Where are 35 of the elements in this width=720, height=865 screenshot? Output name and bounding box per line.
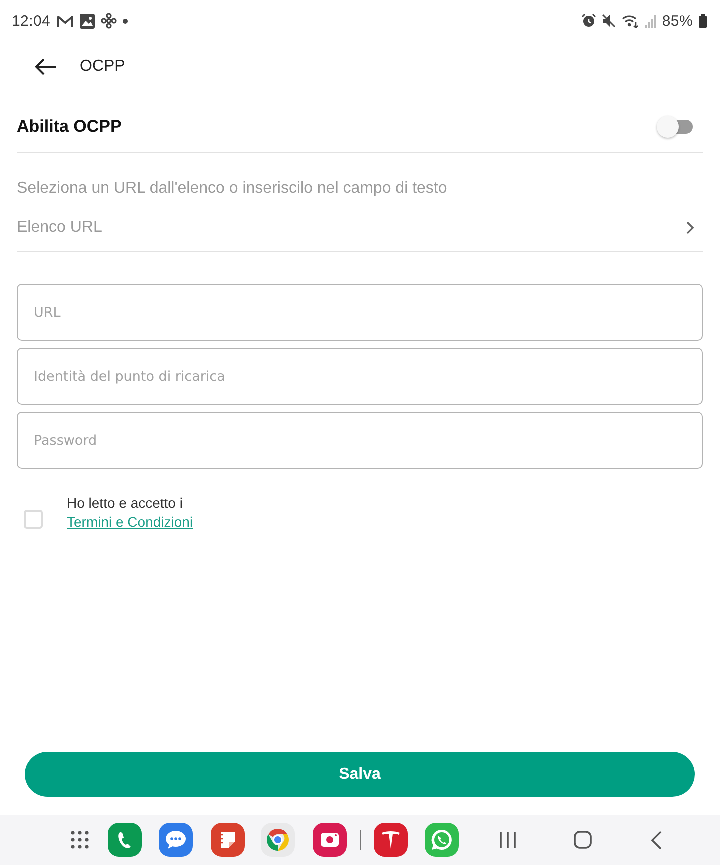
signal-icon (645, 14, 656, 28)
back-icon[interactable] (651, 830, 662, 850)
save-button[interactable]: Salva (25, 752, 695, 797)
terms-link[interactable]: Termini e Condizioni (67, 514, 194, 531)
page-title: OCPP (80, 58, 126, 76)
dot-icon (122, 18, 128, 24)
url-list-row[interactable]: Elenco URL (17, 205, 703, 252)
input-field[interactable]: Identità del punto di ricarica (17, 348, 703, 405)
pinwheel-icon (100, 13, 117, 29)
mute-icon (602, 14, 616, 28)
battery-icon (699, 14, 707, 28)
mail-icon (56, 14, 74, 28)
handset-app-icon[interactable] (108, 823, 142, 857)
home-icon[interactable] (574, 831, 592, 849)
t-logo-app-icon[interactable] (374, 823, 408, 857)
input-field[interactable]: Password (17, 412, 703, 469)
recent-apps-icon[interactable] (500, 831, 516, 849)
checkbox[interactable] (24, 510, 43, 529)
ring-app-icon[interactable] (261, 823, 295, 857)
alarm-icon (582, 14, 596, 28)
app-grid-icon[interactable] (71, 831, 89, 849)
terms-text: Ho letto e accetto i (67, 495, 184, 512)
hint-text: Seleziona un URL dall'elenco o inseriscilo nel campo di testo (17, 179, 448, 199)
chat-bubble-app-icon[interactable] (159, 823, 193, 857)
battery-percentage: 85% (662, 12, 693, 30)
notepad-app-icon[interactable] (211, 823, 245, 857)
status-time: 12:04 (12, 12, 51, 30)
wifi-icon (622, 14, 640, 28)
toggle-label: Abilita OCPP (17, 116, 122, 136)
image-icon (80, 14, 95, 28)
camera-app-icon[interactable] (313, 823, 347, 857)
back-arrow-icon[interactable] (35, 58, 57, 76)
toggle-switch[interactable] (657, 116, 693, 138)
input-field[interactable]: URL (17, 284, 703, 341)
chevron-icon (686, 221, 695, 235)
